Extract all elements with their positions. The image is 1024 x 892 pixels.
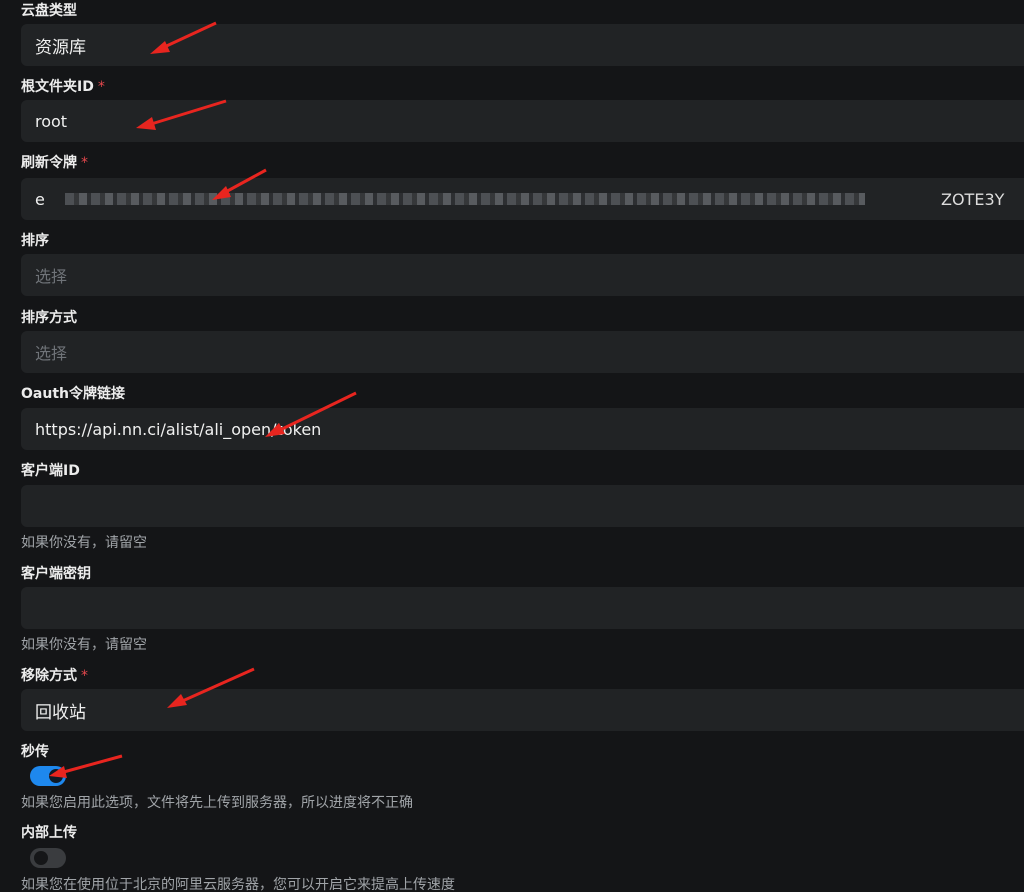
sort-order-placeholder: 选择: [35, 344, 68, 363]
oauth-url-input[interactable]: https://api.nn.ci/alist/ali_open/token: [21, 408, 1024, 450]
internal-upload-toggle[interactable]: [30, 848, 66, 868]
oauth-url-value: https://api.nn.ci/alist/ali_open/token: [35, 419, 322, 439]
remove-way-value: 回收站: [35, 702, 86, 723]
client-id-input[interactable]: [21, 485, 1024, 527]
sort-select[interactable]: 选择: [21, 254, 1024, 296]
internal-upload-help: 如果您在使用位于北京的阿里云服务器，您可以开启它来提高上传速度: [21, 877, 455, 892]
root-folder-field: 根文件夹ID * root: [21, 78, 1024, 142]
toggle-knob: [34, 851, 48, 865]
remove-way-label: 移除方式 *: [21, 668, 88, 684]
cloud-type-value: 资源库: [35, 37, 86, 58]
required-mark: *: [81, 668, 88, 684]
client-secret-label: 客户端密钥: [21, 566, 91, 582]
internal-upload-label: 内部上传: [21, 825, 77, 841]
rapid-upload-toggle[interactable]: [30, 766, 66, 786]
rapid-upload-help: 如果您启用此选项，文件将先上传到服务器，所以进度将不正确: [21, 795, 413, 811]
refresh-token-field: 刷新令牌 * e ZOTE3Y: [21, 154, 1024, 220]
oauth-url-field: Oauth令牌链接 https://api.nn.ci/alist/ali_op…: [21, 385, 1024, 450]
client-id-label: 客户端ID: [21, 463, 80, 479]
sort-order-field: 排序方式 选择: [21, 309, 1024, 373]
oauth-url-label: Oauth令牌链接: [21, 386, 125, 402]
sort-placeholder: 选择: [35, 267, 68, 286]
storage-settings-form: 云盘类型 资源库 根文件夹ID * root 刷新令牌 * e ZOTE3Y 排序 …: [0, 0, 1024, 892]
cloud-type-select[interactable]: 资源库: [21, 24, 1024, 66]
client-id-field: 客户端ID 如果你没有，请留空: [21, 462, 1024, 551]
cloud-type-field: 云盘类型 资源库: [21, 2, 1024, 66]
redacted-token-blur: [65, 193, 865, 205]
rapid-upload-field: 秒传 如果您启用此选项，文件将先上传到服务器，所以进度将不正确: [21, 743, 1024, 811]
required-mark: *: [97, 79, 105, 95]
internal-upload-field: 内部上传 如果您在使用位于北京的阿里云服务器，您可以开启它来提高上传速度: [21, 824, 1024, 892]
sort-field: 排序 选择: [21, 232, 1024, 296]
sort-order-select[interactable]: 选择: [21, 331, 1024, 373]
client-secret-help: 如果你没有，请留空: [21, 637, 147, 653]
refresh-token-input[interactable]: e ZOTE3Y: [21, 178, 1024, 220]
rapid-upload-label: 秒传: [21, 744, 49, 760]
client-id-help: 如果你没有，请留空: [21, 535, 147, 551]
root-folder-input[interactable]: root: [21, 100, 1024, 142]
root-folder-label: 根文件夹ID *: [21, 79, 105, 95]
client-secret-field: 客户端密钥 如果你没有，请留空: [21, 565, 1024, 653]
refresh-token-value-end: ZOTE3Y: [941, 189, 1005, 209]
remove-way-select[interactable]: 回收站: [21, 689, 1024, 731]
client-secret-input[interactable]: [21, 587, 1024, 629]
sort-label: 排序: [21, 233, 49, 249]
remove-way-field: 移除方式 * 回收站: [21, 667, 1024, 731]
refresh-token-value-start: e: [35, 189, 45, 209]
required-mark: *: [81, 155, 88, 171]
sort-order-label: 排序方式: [21, 310, 77, 326]
cloud-type-label: 云盘类型: [21, 3, 77, 19]
root-folder-value: root: [35, 111, 68, 131]
toggle-knob: [49, 769, 63, 783]
refresh-token-label: 刷新令牌 *: [21, 155, 88, 171]
